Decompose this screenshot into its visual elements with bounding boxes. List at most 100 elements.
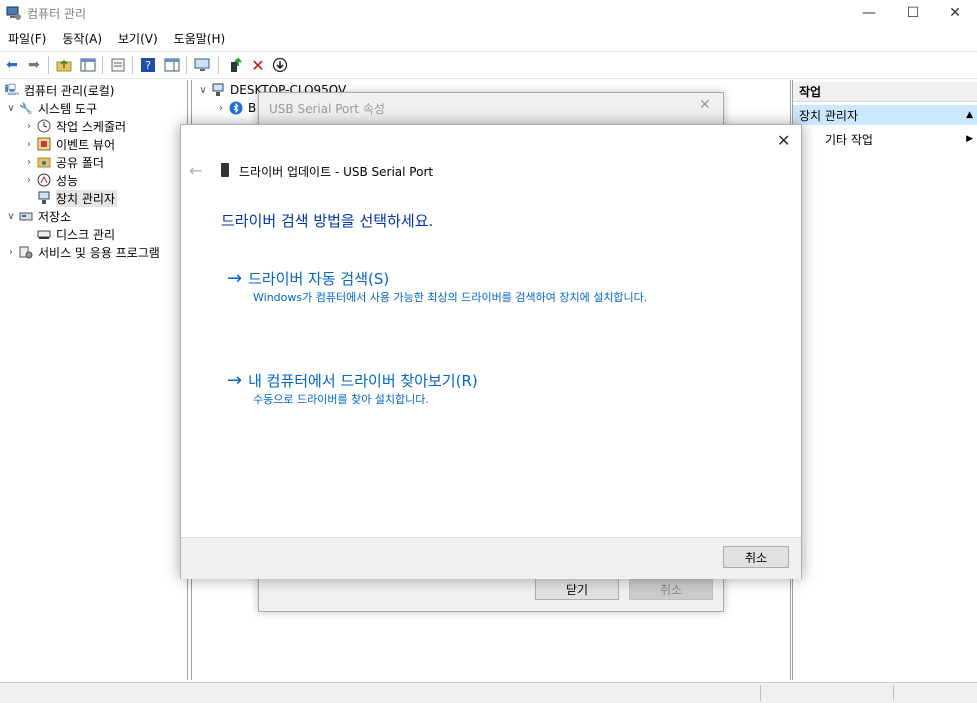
tree-item-root[interactable]: 🖳 컴퓨터 관리(로컬) <box>4 81 115 99</box>
back-arrow-icon[interactable]: ← <box>189 161 202 180</box>
tree-label: 장치 관리자 <box>56 189 118 207</box>
option-browse-title[interactable]: 내 컴퓨터에서 드라이버 찾아보기(R) <box>248 370 478 391</box>
tree-item-services-apps[interactable]: › 서비스 및 응용 프로그램 <box>4 243 160 261</box>
scan-hardware-icon[interactable] <box>193 55 213 75</box>
close-icon[interactable]: ✕ <box>777 131 790 150</box>
computer-management-icon: 🖳 <box>4 82 20 96</box>
actions-header: 작업 <box>793 82 977 102</box>
help-icon[interactable]: ? <box>138 55 158 75</box>
window-title: 컴퓨터 관리 <box>27 7 87 21</box>
actions-device-manager[interactable]: 장치 관리자 ▲ <box>793 105 977 125</box>
toolbar: ⬅ ➡ ? ✕ <box>0 51 977 79</box>
device-tree-bluetooth[interactable]: › B <box>214 99 256 117</box>
tree-label: 이벤트 뷰어 <box>56 137 116 152</box>
forward-arrow-icon[interactable]: ➡ <box>24 55 44 75</box>
tree-label: 공유 폴더 <box>56 155 104 170</box>
bluetooth-icon <box>228 100 244 116</box>
properties-cancel-button[interactable]: 취소 <box>629 578 713 600</box>
status-divider <box>893 685 894 701</box>
tree-item-event-viewer[interactable]: › 이벤트 뷰어 <box>22 135 115 153</box>
wizard-footer: 취소 <box>181 537 801 579</box>
maximize-button[interactable]: ☐ <box>890 0 936 26</box>
close-icon[interactable]: ✕ <box>699 97 711 113</box>
console-tree: 🖳 컴퓨터 관리(로컬) ∨ 🔧 시스템 도구 › 작업 스케줄러 › 이벤트 … <box>0 80 188 680</box>
disable-device-icon[interactable] <box>270 55 290 75</box>
chevron-right-icon[interactable]: › <box>22 175 36 186</box>
tree-label: 작업 스케줄러 <box>56 119 127 134</box>
computer-icon <box>210 82 226 98</box>
menu-bar: 파일(F) 동작(A) 보기(V) 도움말(H) <box>0 27 977 49</box>
device-label: B <box>248 101 257 115</box>
status-divider <box>760 685 761 701</box>
services-icon <box>18 244 34 260</box>
tree-label: 시스템 도구 <box>38 101 98 116</box>
tree-item-system-tools[interactable]: ∨ 🔧 시스템 도구 <box>4 99 97 117</box>
event-log-icon <box>36 136 52 152</box>
storage-icon <box>18 208 34 224</box>
chevron-down-icon[interactable]: ∨ <box>4 211 18 222</box>
toolbar-separator <box>48 56 49 74</box>
tree-item-device-manager[interactable]: 장치 관리자 <box>36 189 118 207</box>
chevron-right-icon[interactable]: › <box>214 103 228 114</box>
back-arrow-icon[interactable]: ⬅ <box>2 55 22 75</box>
option-auto-description: Windows가 컴퓨터에서 사용 가능한 최상의 드라이버를 검색하여 장치에… <box>253 291 648 304</box>
action-pane-icon[interactable] <box>162 55 182 75</box>
collapse-up-icon[interactable]: ▲ <box>966 110 973 120</box>
wizard-heading: 드라이버 검색 방법을 선택하세요. <box>221 212 434 230</box>
toolbar-separator <box>102 56 103 74</box>
tree-label: 디스크 관리 <box>56 227 116 242</box>
clock-icon <box>36 118 52 134</box>
tree-label: 저장소 <box>38 209 72 224</box>
usb-device-icon <box>221 163 229 177</box>
option-auto-title[interactable]: 드라이버 자동 검색(S) <box>248 268 389 289</box>
properties-icon[interactable] <box>108 55 128 75</box>
tree-item-performance[interactable]: › 성능 <box>22 171 78 189</box>
option-auto-search[interactable]: → 드라이버 자동 검색(S) Windows가 컴퓨터에서 사용 가능한 최상… <box>227 268 693 305</box>
title-bar: 컴퓨터 관리 — ☐ ✕ <box>0 0 977 26</box>
menu-view[interactable]: 보기(V) <box>110 30 166 47</box>
menu-file[interactable]: 파일(F) <box>0 30 54 47</box>
tree-label: 성능 <box>56 173 79 188</box>
menu-action[interactable]: 동작(A) <box>54 30 110 47</box>
performance-icon <box>36 172 52 188</box>
chevron-right-icon[interactable]: › <box>22 157 36 168</box>
up-folder-icon[interactable] <box>54 55 74 75</box>
uninstall-x-icon[interactable]: ✕ <box>248 55 268 75</box>
update-driver-wizard: ✕ ← 드라이버 업데이트 - USB Serial Port 드라이버 검색 … <box>180 124 802 579</box>
chevron-right-icon[interactable]: › <box>4 247 18 258</box>
toolbar-separator <box>132 56 133 74</box>
toolbar-separator <box>218 56 219 74</box>
disk-icon <box>36 226 52 242</box>
actions-more-label: 기타 작업 <box>825 132 873 147</box>
action-pane: 작업 장치 관리자 ▲ 기타 작업 ▶ <box>792 80 977 680</box>
tree-label: 컴퓨터 관리(로컬) <box>24 83 115 98</box>
arrow-right-icon: → <box>227 370 243 391</box>
tools-icon: 🔧 <box>19 101 33 115</box>
shared-folder-icon <box>36 154 52 170</box>
chevron-down-icon[interactable]: ∨ <box>196 85 210 96</box>
update-driver-icon[interactable] <box>226 55 246 75</box>
chevron-right-icon[interactable]: › <box>22 121 36 132</box>
computer-management-icon <box>6 5 22 21</box>
actions-device-manager-label: 장치 관리자 <box>799 108 859 123</box>
show-hide-tree-icon[interactable] <box>78 55 98 75</box>
tree-item-storage[interactable]: ∨ 저장소 <box>4 207 71 225</box>
tree-item-shared-folders[interactable]: › 공유 폴더 <box>22 153 104 171</box>
tree-item-task-scheduler[interactable]: › 작업 스케줄러 <box>22 117 126 135</box>
tree-item-disk-management[interactable]: 디스크 관리 <box>36 225 115 243</box>
toolbar-separator <box>186 56 187 74</box>
close-window-button[interactable]: ✕ <box>932 0 977 26</box>
menu-help[interactable]: 도움말(H) <box>166 30 234 47</box>
chevron-right-icon[interactable]: › <box>22 139 36 150</box>
submenu-arrow-icon: ▶ <box>966 134 973 144</box>
arrow-right-icon: → <box>227 268 243 289</box>
close-button[interactable]: 닫기 <box>535 578 619 600</box>
device-manager-icon <box>36 190 52 206</box>
option-browse-computer[interactable]: → 내 컴퓨터에서 드라이버 찾아보기(R) 수동으로 드라이버를 찾아 설치합… <box>227 370 693 407</box>
cancel-button[interactable]: 취소 <box>723 546 789 568</box>
option-browse-description: 수동으로 드라이버를 찾아 설치합니다. <box>253 393 429 406</box>
chevron-down-icon[interactable]: ∨ <box>4 103 18 114</box>
actions-more[interactable]: 기타 작업 ▶ <box>793 129 977 149</box>
tree-label: 서비스 및 응용 프로그램 <box>38 245 160 260</box>
minimize-button[interactable]: — <box>846 0 892 26</box>
